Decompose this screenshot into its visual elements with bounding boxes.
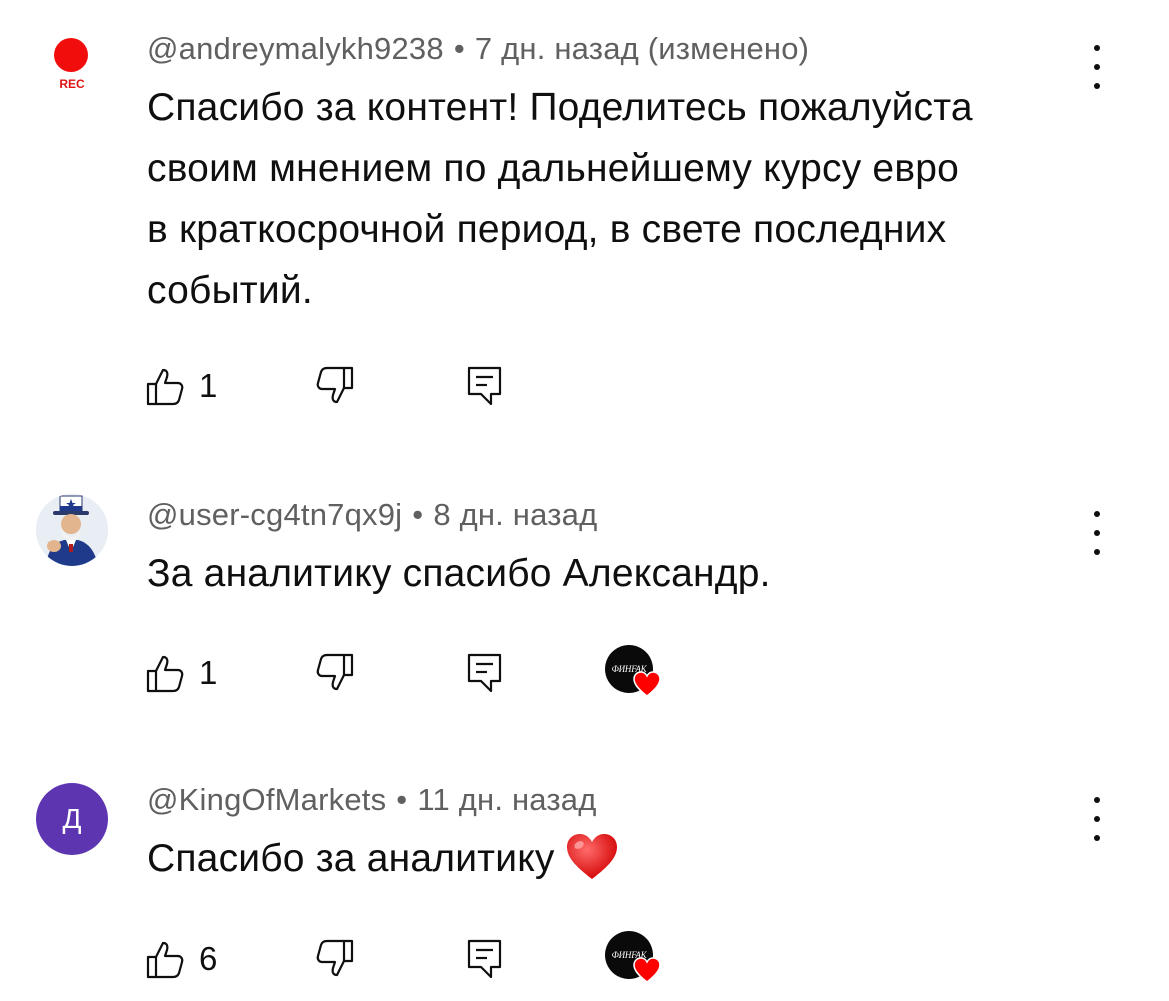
rec-dot-icon: [54, 38, 88, 72]
comment-meta: @andreymalykh9238 • 7 дн. назад (изменено): [147, 31, 809, 67]
more-vertical-icon: [1094, 797, 1100, 803]
thumbs-down-icon: [316, 939, 354, 977]
comment-time[interactable]: 11 дн. назад: [417, 782, 596, 817]
red-heart-emoji-icon: [566, 833, 617, 879]
reply-icon: [467, 939, 502, 979]
like-button[interactable]: 1: [145, 651, 217, 695]
author-name[interactable]: @KingOfMarkets: [147, 782, 386, 817]
reply-button[interactable]: [467, 364, 503, 408]
rec-label: REC: [59, 77, 85, 91]
author-avatar[interactable]: Д: [36, 783, 108, 855]
comment-actions: 6 ФИНFAK: [145, 931, 745, 983]
more-vertical-icon-dot: [1094, 549, 1100, 555]
creator-heart-badge[interactable]: ФИНFAK: [605, 645, 671, 701]
more-actions-button[interactable]: [1086, 797, 1108, 841]
author-name[interactable]: @user-cg4tn7qx9j: [147, 497, 402, 532]
thumbs-down-icon: [316, 653, 354, 691]
more-actions-button[interactable]: [1086, 45, 1108, 89]
like-count: 1: [199, 367, 218, 404]
comment-text: Спасибо за аналитику: [147, 828, 1077, 889]
comment-text-line: в краткосрочной период, в свете последни…: [147, 208, 947, 251]
comment-text-content: Спасибо за аналитику: [147, 837, 555, 880]
reply-button[interactable]: [467, 651, 503, 695]
comment-actions: 1: [145, 364, 745, 408]
more-vertical-icon-dot: [1094, 64, 1100, 70]
reply-icon: [467, 366, 502, 406]
comment-text: Спасибо за контент! Поделитесь пожалуйст…: [147, 77, 1077, 321]
dislike-button[interactable]: [315, 651, 355, 695]
separator-dot: •: [453, 31, 465, 66]
more-vertical-icon: [1094, 45, 1100, 51]
comment-meta: @user-cg4tn7qx9j • 8 дн. назад: [147, 497, 597, 533]
author-name[interactable]: @andreymalykh9238: [147, 31, 444, 66]
like-button[interactable]: 1: [145, 364, 217, 408]
dislike-button[interactable]: [315, 937, 355, 981]
like-count: 6: [199, 940, 218, 977]
reply-button[interactable]: [467, 937, 503, 981]
comment-text-line: своим мнением по дальнейшему курсу евро: [147, 147, 960, 190]
author-avatar[interactable]: [36, 494, 108, 566]
like-button[interactable]: 6: [145, 937, 217, 981]
comment-text: За аналитику спасибо Александр.: [147, 543, 1077, 604]
comment-time[interactable]: 7 дн. назад (изменено): [475, 31, 809, 66]
comment-actions: 1 ФИНFAK: [145, 645, 745, 697]
thumbs-up-icon: [146, 368, 184, 406]
dislike-button[interactable]: [315, 364, 355, 408]
more-vertical-icon-dot: [1094, 835, 1100, 841]
separator-dot: •: [412, 497, 424, 532]
separator-dot: •: [396, 782, 408, 817]
comment-text-line: событий.: [147, 269, 313, 312]
thumbs-up-icon: [146, 655, 184, 693]
like-count: 1: [199, 654, 218, 691]
thumbs-up-icon: [146, 941, 184, 979]
comment-time[interactable]: 8 дн. назад: [433, 497, 597, 532]
more-actions-button[interactable]: [1086, 511, 1108, 555]
comment-meta: @KingOfMarkets • 11 дн. назад: [147, 782, 597, 818]
avatar-letter: Д: [62, 803, 82, 834]
reply-icon: [467, 653, 502, 693]
heart-icon: [633, 671, 661, 697]
more-vertical-icon-dot: [1094, 816, 1100, 822]
more-vertical-icon: [1094, 511, 1100, 517]
comment-text-line: Спасибо за аналитику: [147, 828, 1077, 889]
author-avatar[interactable]: REC: [36, 36, 108, 108]
comment-text-line: За аналитику спасибо Александр.: [147, 552, 771, 595]
heart-icon: [633, 957, 661, 983]
uncle-sam-avatar-icon: [36, 494, 108, 566]
creator-heart-badge[interactable]: ФИНFAK: [605, 931, 671, 987]
more-vertical-icon-dot: [1094, 83, 1100, 89]
more-vertical-icon-dot: [1094, 530, 1100, 536]
comment-text-line: Спасибо за контент! Поделитесь пожалуйст…: [147, 86, 973, 129]
thumbs-down-icon: [316, 366, 354, 404]
